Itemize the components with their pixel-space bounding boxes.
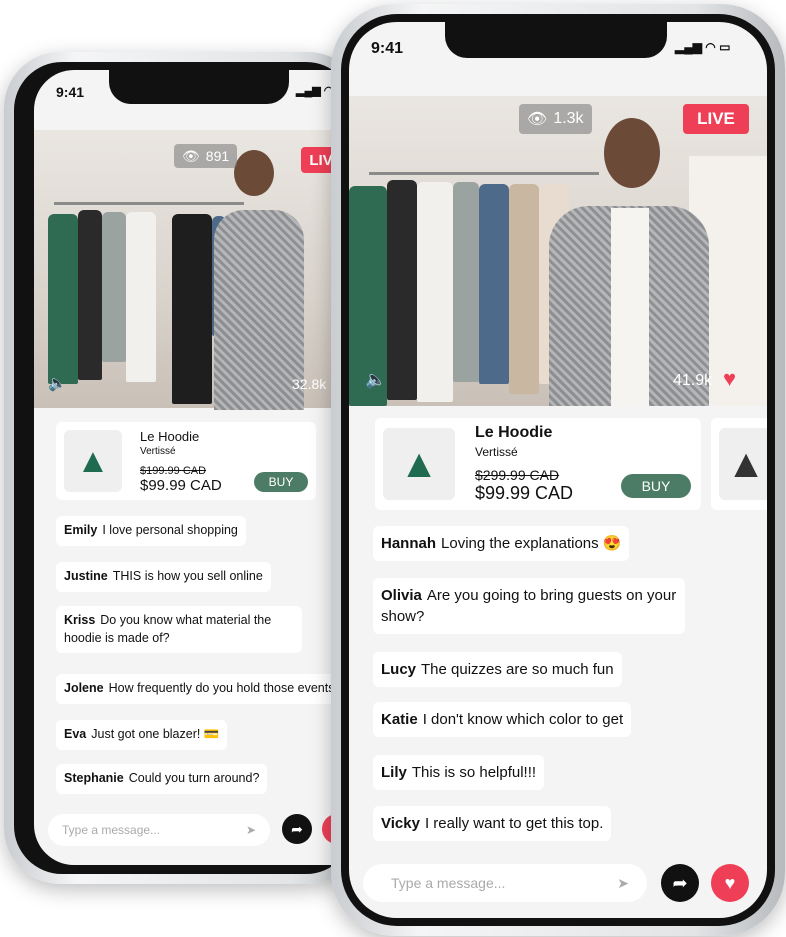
old-price: $199.99 CAD [140,464,207,477]
chat-message: Vicky I really want to get this top. [373,806,612,841]
chat-message: Eva Just got one blazer! 💳 [56,720,228,750]
like-count: 32.8k [292,376,327,392]
chat-message: Lily This is so helpful!!! [373,755,545,790]
heart-button[interactable]: ♥ [711,864,749,902]
chat-message: Jolene How frequently do you hold those e… [56,674,350,704]
right-phone: 9:41 ▂▄▆ ◠ ▭ 👁 1.3k LIVE 🔈 41.9k ♥ ▲ Le H… [331,4,785,936]
host-image [604,118,660,188]
status-time: 9:41 [371,40,404,57]
sound-icon[interactable]: 🔈 [365,370,386,390]
chat-message: Justine THIS is how you sell online [56,562,271,592]
share-button[interactable]: ➦ [661,864,699,902]
message-input[interactable]: Type a message... ➤ [363,864,647,902]
chat-message: Kriss Do you know what material the hoodi… [56,606,302,653]
send-icon[interactable]: ➤ [617,875,629,892]
send-icon[interactable]: ➤ [246,823,256,837]
sound-icon[interactable]: 🔈 [48,374,67,392]
price: $99.99 CAD [140,476,222,494]
notch [109,70,289,104]
buy-button[interactable]: BUY [254,472,308,492]
viewer-count: 👁 891 [174,144,238,168]
eye-icon: 👁 [182,147,200,164]
left-phone: 9:41 ▂▄▆ ◠ 👁 891 LIVE 🔈 32.8k ▲ Le Hoodie… [4,52,364,884]
share-button[interactable]: ➦ [282,814,312,844]
live-video: 👁 891 LIVE 🔈 32.8k [34,130,364,410]
live-badge: LIVE [683,104,749,134]
product-image: ▲ [719,428,767,500]
chat-message: Emily I love personal shopping [56,516,246,546]
host-image [234,150,274,196]
like-count: 41.9k [673,372,713,389]
chat-message: Katie I don't know which color to get [373,702,632,737]
chat-message: Hannah Loving the explanations 😍 [373,526,630,561]
product-card[interactable]: ▲ Le Hoodie Vertissé $299.99 CAD $99.99 … [375,418,701,510]
chat-message: Stephanie Could you turn around? [56,764,268,794]
product-brand: Vertissé [140,445,176,457]
message-input[interactable]: Type a message... ➤ [48,814,270,846]
heart-icon: ♥ [723,366,737,391]
viewer-count: 👁 1.3k [519,104,592,134]
old-price: $299.99 CAD [475,467,560,483]
product-card-next[interactable]: ▲ [711,418,767,510]
chat-message: Olivia Are you going to bring guests on y… [373,578,685,634]
eye-icon: 👁 [527,111,548,128]
signal-icon: ▂▄▆ ◠ [296,85,334,97]
status-time: 9:41 [56,84,85,100]
product-image: ▲ [64,430,122,492]
product-image: ▲ [383,428,455,500]
notch [445,22,667,58]
product-name: Le Hoodie [475,424,553,441]
chat-message: Lucy The quizzes are so much fun [373,652,622,687]
product-card[interactable]: ▲ Le Hoodie Vertissé $199.99 CAD $99.99 … [56,422,316,500]
price: $99.99 CAD [475,483,574,503]
signal-wifi-battery-icon: ▂▄▆ ◠ ▭ [675,40,731,54]
buy-button[interactable]: BUY [621,474,691,498]
product-brand: Vertissé [475,445,518,459]
left-screen: 9:41 ▂▄▆ ◠ 👁 891 LIVE 🔈 32.8k ▲ Le Hoodie… [34,70,364,865]
live-video: 👁 1.3k LIVE 🔈 41.9k ♥ [349,96,767,406]
product-name: Le Hoodie [140,428,200,444]
right-screen: 9:41 ▂▄▆ ◠ ▭ 👁 1.3k LIVE 🔈 41.9k ♥ ▲ Le H… [349,22,767,918]
